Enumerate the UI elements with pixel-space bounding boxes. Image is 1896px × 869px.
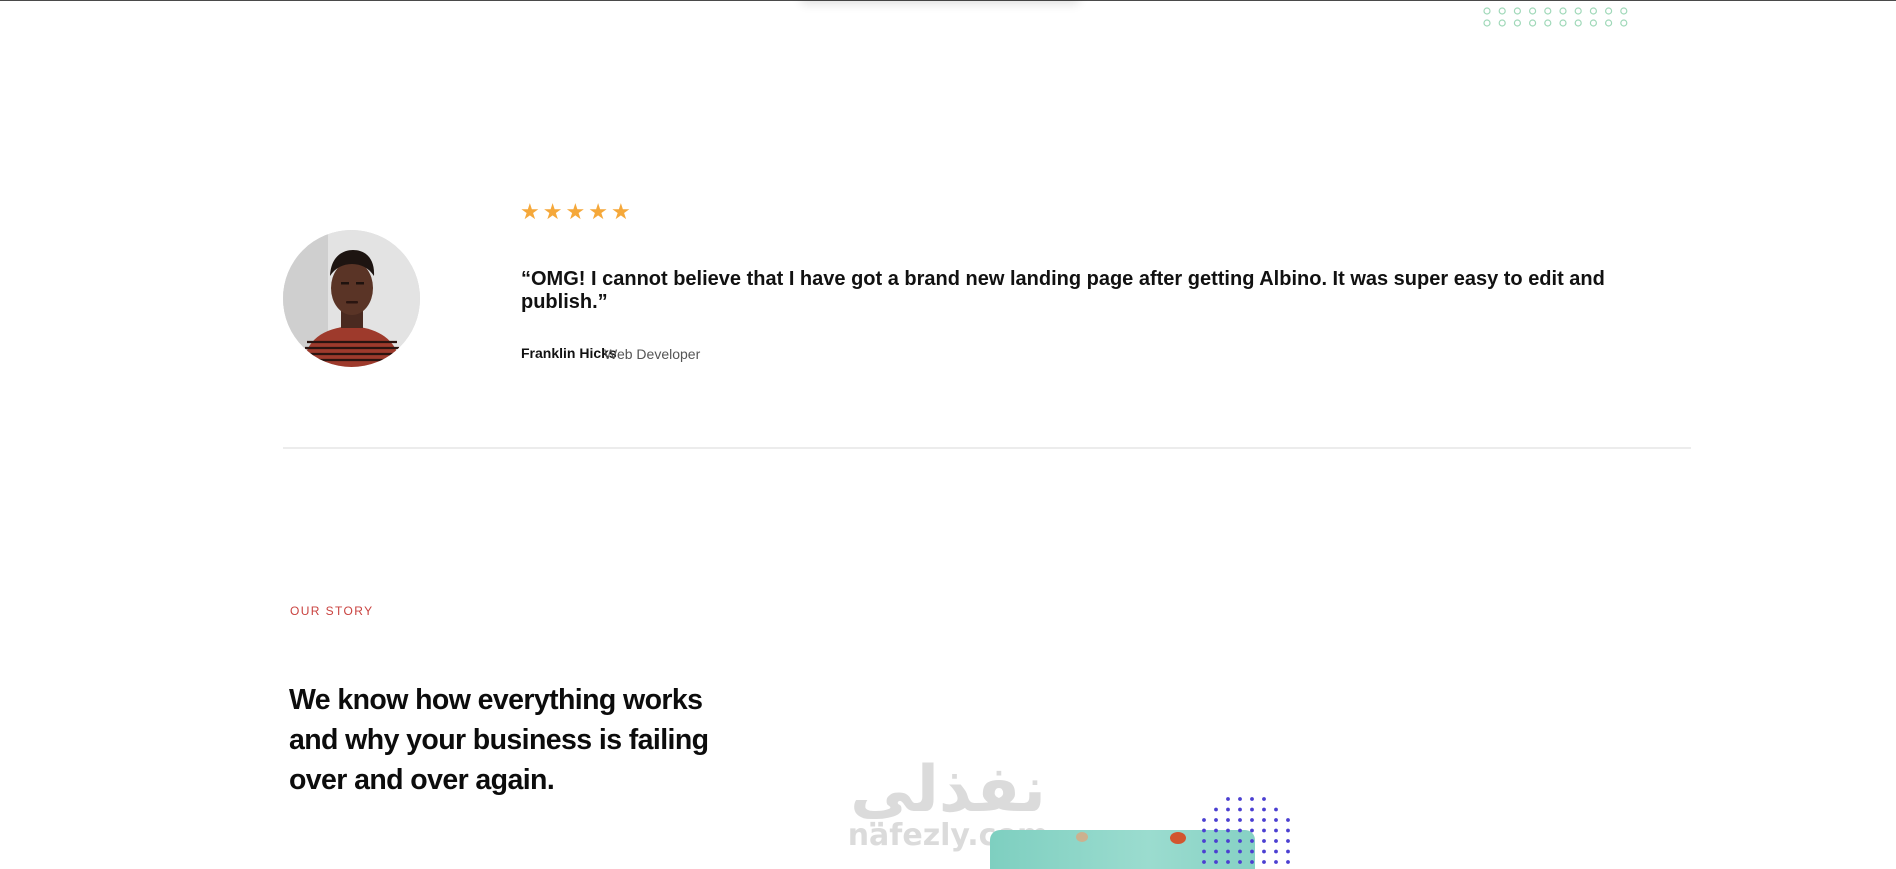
decorative-dot [1214, 807, 1218, 812]
decorative-dot [1250, 828, 1254, 833]
decorative-dot [1483, 19, 1491, 27]
decorative-dot [1238, 828, 1242, 833]
decorative-dot [1262, 839, 1266, 843]
decorative-dot [1559, 19, 1567, 27]
decorative-dot [1238, 849, 1242, 854]
decorative-dot [1274, 860, 1278, 864]
decorative-dot [1214, 860, 1218, 864]
decorative-dot [1202, 828, 1206, 833]
decorative-dot [1214, 849, 1218, 854]
decorative-dot [1226, 860, 1230, 864]
decorative-dot [1226, 797, 1230, 801]
decorative-dot [1620, 7, 1628, 15]
decorative-dot [1528, 19, 1537, 27]
decorative-dot [1286, 839, 1290, 843]
section-headline: We know how everything works and why you… [289, 684, 709, 796]
decorative-dot [1238, 839, 1242, 843]
decorative-dot [1286, 849, 1290, 854]
watermark-arabic: نفذلي [850, 753, 1046, 827]
decorative-dot [1604, 7, 1613, 15]
decorative-dot [1262, 860, 1266, 864]
decorative-dot [1544, 7, 1552, 15]
star-icon: ★ [588, 200, 608, 225]
decorative-dot [1498, 19, 1506, 27]
decorative-dot [1214, 818, 1218, 822]
decorative-dot [1483, 7, 1491, 15]
decorative-dot [1286, 828, 1290, 833]
decorative-dot [1250, 860, 1254, 864]
decorative-dot [1226, 839, 1230, 843]
star-icon: ★ [520, 200, 540, 225]
decorative-dot [1559, 7, 1567, 15]
decorative-dot [1238, 860, 1242, 864]
decorative-dot [1226, 818, 1230, 822]
decorative-dot [1274, 839, 1278, 843]
decorative-dot [1589, 7, 1598, 15]
decorative-dot-grid [1483, 7, 1628, 27]
decorative-dot [1250, 818, 1254, 822]
decorative-dot-grid-purple [1202, 797, 1290, 864]
decorative-dot [1286, 818, 1290, 822]
decorative-dot [1226, 828, 1230, 833]
decorative-dot [1250, 797, 1254, 801]
decorative-dot [1250, 839, 1254, 843]
decorative-dot [1262, 797, 1266, 801]
decorative-dot [1238, 807, 1242, 812]
decorative-dot [1238, 818, 1242, 822]
decorative-dot [1620, 19, 1628, 27]
section-eyebrow: OUR STORY [290, 604, 374, 618]
decorative-dot [1274, 849, 1278, 854]
decorative-dot [1202, 849, 1206, 854]
section-divider [283, 447, 1691, 449]
decorative-dot [1262, 818, 1266, 822]
decorative-dot [1202, 839, 1206, 843]
star-icon: ★ [542, 200, 563, 225]
star-icon: ★ [610, 200, 631, 225]
decorative-dot [1574, 19, 1582, 27]
decorative-dot [1513, 19, 1522, 27]
star-icon: ★ [565, 200, 586, 225]
star-rating: ★ ★ ★ ★ ★ [520, 200, 631, 226]
decorative-dot [1286, 860, 1290, 864]
decorative-dot [1574, 7, 1582, 15]
decorative-dot [1498, 7, 1506, 15]
decorative-dot [1544, 19, 1552, 27]
decorative-dot [1250, 849, 1254, 854]
decorative-dot [1238, 797, 1242, 801]
decorative-dot [1274, 807, 1278, 812]
top-border [0, 0, 1896, 1]
decorative-dot [1589, 19, 1598, 27]
decorative-dot [1262, 807, 1266, 812]
decorative-dot [1214, 839, 1218, 843]
decorative-dot [1528, 7, 1537, 15]
decorative-dot [1262, 828, 1266, 833]
testimonial-quote: “OMG! I cannot believe that I have got a… [521, 268, 1605, 313]
decorative-dot [1274, 828, 1278, 833]
decorative-dot [1226, 849, 1230, 854]
decorative-dot [1274, 818, 1278, 822]
decorative-dot [1250, 807, 1254, 812]
testimonial-author-name: Franklin Hicks [521, 345, 617, 361]
decorative-dot [1513, 7, 1522, 15]
decorative-dot [1226, 807, 1230, 812]
decorative-dot [1604, 19, 1613, 27]
decorative-dot [1214, 828, 1218, 833]
decorative-dot [1202, 818, 1206, 822]
portrait-image [283, 230, 420, 367]
testimonial-author-role: Web Developer [604, 346, 701, 362]
avatar [283, 230, 420, 367]
decorative-dot [1202, 860, 1206, 864]
decorative-dot [1262, 849, 1266, 854]
